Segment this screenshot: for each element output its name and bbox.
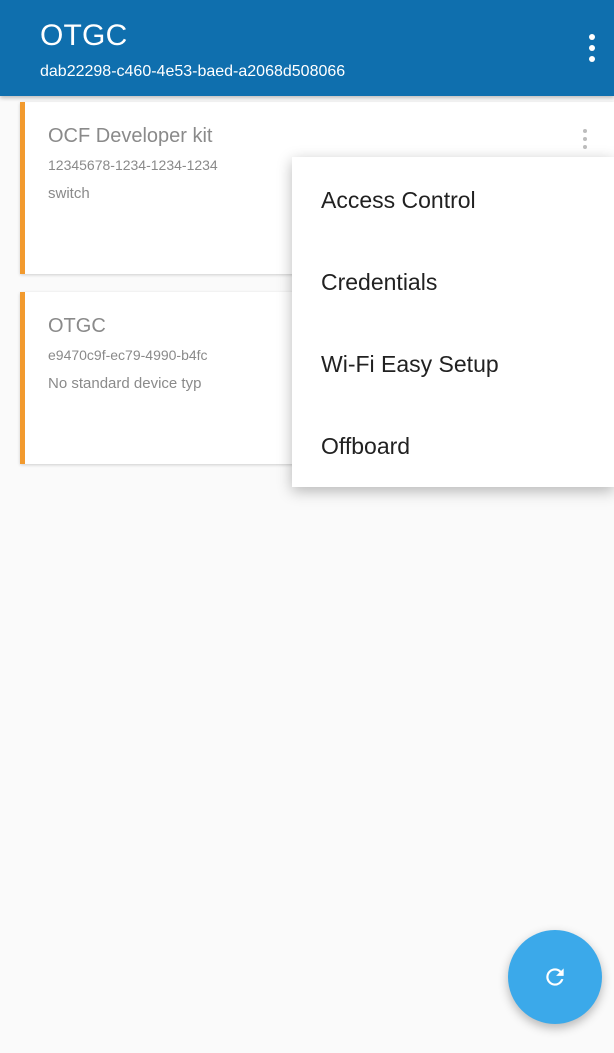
app-bar: OTGC dab22298-c460-4e53-baed-a2068d50806… [0,0,614,96]
app-title: OTGC [40,19,128,52]
more-vert-icon [589,34,595,40]
device-uuid: e9470c9f-ec79-4990-b4fc [48,347,208,363]
more-vert-icon [583,129,587,133]
more-vert-icon-dot [589,56,595,62]
device-popup-menu: Access Control Credentials Wi-Fi Easy Se… [292,157,614,487]
menu-item-wifi-easy-setup[interactable]: Wi-Fi Easy Setup [292,323,614,405]
menu-item-access-control[interactable]: Access Control [292,159,614,241]
device-name: OCF Developer kit [48,125,213,147]
device-name: OTGC [48,315,106,337]
refresh-button[interactable] [508,930,602,1024]
more-vert-icon-dot [589,45,595,51]
refresh-icon [546,968,564,986]
overflow-menu-button[interactable] [584,28,600,68]
device-menu-button[interactable] [580,122,590,156]
menu-item-credentials[interactable]: Credentials [292,241,614,323]
device-type: switch [48,185,90,202]
more-vert-icon-dot [583,137,587,141]
menu-item-offboard[interactable]: Offboard [292,405,614,487]
device-type: No standard device typ [48,375,202,392]
more-vert-icon-dot [583,145,587,149]
device-uuid: 12345678-1234-1234-1234 [48,157,218,173]
app-subtitle: dab22298-c460-4e53-baed-a2068d508066 [40,63,346,80]
